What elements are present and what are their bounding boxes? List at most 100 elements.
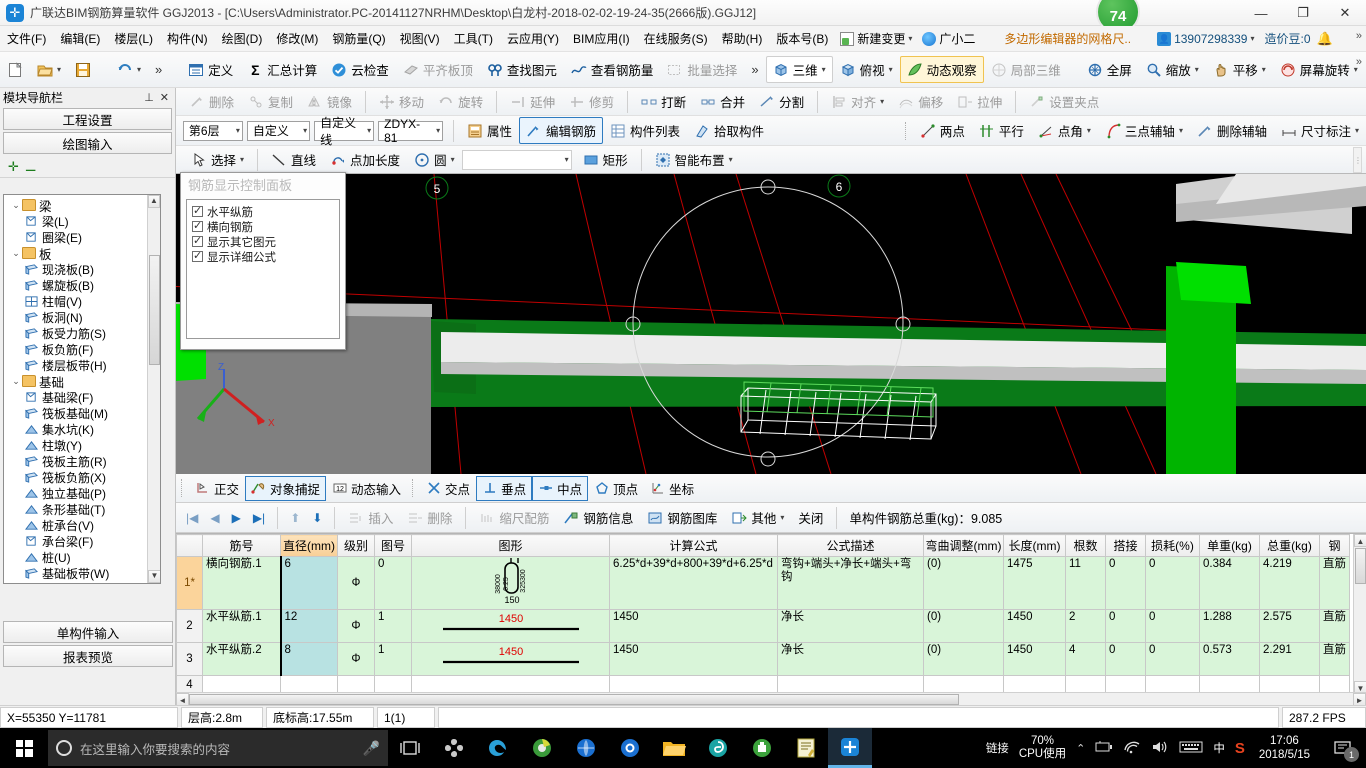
define-button[interactable]: 定义 — [181, 56, 240, 83]
scroll-down-icon[interactable]: ▼ — [148, 570, 161, 583]
chevron-down-icon-undo[interactable]: ▾ — [137, 65, 141, 74]
insert-row-button[interactable]: 插入 — [341, 504, 400, 531]
rebar-library-button[interactable]: 钢筋图库 — [640, 504, 724, 531]
snap-intersection-button[interactable]: 交点 — [420, 476, 476, 501]
cell-name[interactable]: 水平纵筋.1 — [203, 610, 281, 643]
checkbox-horizontal-longitudinal[interactable]: 水平纵筋 — [192, 204, 334, 219]
dimension-button[interactable]: 尺寸标注 ▾ — [1274, 117, 1366, 144]
cell-totalw[interactable]: 2.291 — [1260, 643, 1320, 676]
new-change-button[interactable]: 新建变更 ▾ — [835, 28, 917, 49]
column-header-len[interactable]: 长度(mm) — [1004, 535, 1066, 557]
two-point-axis-button[interactable]: 两点 — [913, 117, 972, 144]
battery-icon[interactable] — [1095, 741, 1113, 756]
remove-node-icon[interactable]: ⚊ — [25, 159, 37, 175]
grid-vertical-scrollbar[interactable]: ▲ ▼ — [1353, 534, 1366, 694]
grid-scroll-left-icon[interactable]: ◄ — [176, 693, 189, 706]
delete-axis-button[interactable]: 删除辅轴 — [1190, 117, 1274, 144]
wifi-icon[interactable] — [1123, 740, 1141, 757]
taskbar-icon-file-explorer[interactable] — [652, 728, 696, 768]
table-row[interactable]: 3水平纵筋.28Φ114501450净长(0)14504000.5732.291… — [177, 643, 1350, 676]
snap-perpendicular-button[interactable]: 垂点 — [476, 476, 532, 501]
toolbar-overflow-mid[interactable]: » — [744, 58, 765, 81]
checkbox-show-detailed-formula[interactable]: 显示详细公式 — [192, 249, 334, 264]
chevron-down-icon-align[interactable]: ▾ — [880, 97, 884, 106]
taskbar-icon-browser-2[interactable] — [608, 728, 652, 768]
column-header-lap[interactable]: 搭接 — [1106, 535, 1146, 557]
taskbar-icon-app-1[interactable] — [432, 728, 476, 768]
close-button[interactable]: ✕ — [1324, 0, 1366, 26]
viewport-canvas[interactable]: 5 6 Z X — [176, 174, 1366, 474]
scroll-up-icon[interactable]: ▲ — [148, 195, 160, 208]
extend-button[interactable]: 延伸 — [503, 88, 562, 115]
save-button[interactable] — [68, 58, 98, 82]
find-element-button[interactable]: 查找图元 — [480, 56, 564, 83]
tree-scroll-thumb[interactable] — [149, 255, 160, 365]
chevron-down-icon-dimension[interactable]: ▾ — [1355, 126, 1359, 135]
menu-component[interactable]: 构件(N) — [160, 27, 215, 50]
chevron-down-icon-point-angle[interactable]: ▾ — [1087, 126, 1091, 135]
grid-scroll-thumb[interactable] — [1355, 548, 1366, 584]
tree-item[interactable]: 现浇板(B) — [4, 261, 148, 277]
pin-icon[interactable]: ⊥ — [141, 91, 157, 104]
menu-bim[interactable]: BIM应用(I) — [566, 27, 637, 50]
move-button[interactable]: 移动 — [372, 88, 431, 115]
column-header-desc[interactable]: 公式描述 — [778, 535, 924, 557]
view-rebar-qty-button[interactable]: 查看钢筋量 — [564, 56, 661, 83]
attribute-button[interactable]: 属性 — [460, 117, 519, 144]
column-header-bend[interactable]: 弯曲调整(mm) — [924, 535, 1004, 557]
cell-lap[interactable]: 0 — [1106, 610, 1146, 643]
tree-item[interactable]: 柱墩(Y) — [4, 437, 148, 453]
taskbar-icon-app-2[interactable] — [520, 728, 564, 768]
chevron-down-icon-pan[interactable]: ▾ — [1262, 65, 1266, 74]
chevron-down-icon-other[interactable]: ▾ — [780, 513, 784, 522]
cell-loss[interactable]: 0 — [1146, 610, 1200, 643]
menu-help[interactable]: 帮助(H) — [715, 27, 770, 50]
column-header-totalw[interactable]: 总重(kg) — [1260, 535, 1320, 557]
chevron-down-icon[interactable]: ⌄ — [10, 376, 22, 387]
new-file-button[interactable] — [0, 58, 30, 82]
cell-bend[interactable]: (0) — [924, 557, 1004, 610]
sidebar-item-report-preview[interactable]: 报表预览 — [3, 645, 173, 667]
cell-cat[interactable]: 直筋 — [1320, 557, 1350, 610]
grid-horizontal-scrollbar[interactable]: ◄ ► — [176, 692, 1366, 705]
column-header-unitw[interactable]: 单重(kg) — [1200, 535, 1260, 557]
cloud-check-button[interactable]: 云检查 — [324, 56, 396, 83]
checkbox-icon-2[interactable] — [192, 221, 203, 232]
toolbar-overflow-left[interactable]: » — [148, 58, 169, 81]
floor-select[interactable]: 第6层 ▾ — [183, 121, 243, 141]
grid-scroll-right-icon[interactable]: ► — [1353, 693, 1366, 706]
stretch-button[interactable]: 拉伸 — [950, 88, 1009, 115]
tree-item[interactable]: 梁(L) — [4, 213, 148, 229]
start-button[interactable] — [0, 728, 48, 768]
point-length-tool-button[interactable]: 点加长度 — [323, 146, 407, 173]
cell-desc[interactable]: 净长 — [778, 610, 924, 643]
menubar-overflow-icon[interactable]: » — [1356, 30, 1362, 42]
category-select[interactable]: 自定义 ▾ — [247, 121, 310, 141]
cell-lap[interactable]: 0 — [1106, 557, 1146, 610]
summary-calc-button[interactable]: Σ 汇总计算 — [240, 56, 324, 83]
menu-modify[interactable]: 修改(M) — [269, 27, 325, 50]
cell-unitw[interactable]: 0.573 — [1200, 643, 1260, 676]
scale-rebar-button[interactable]: 缩尺配筋 — [472, 504, 556, 531]
grid-hscroll-thumb[interactable] — [189, 694, 959, 705]
chevron-down-icon-category[interactable]: ▾ — [303, 126, 307, 135]
tree-item[interactable]: 楼层板带(H) — [4, 357, 148, 373]
dynamic-observe-button[interactable]: 动态观察 — [900, 56, 984, 83]
tree-item[interactable]: 条形基础(T) — [4, 501, 148, 517]
parallel-axis-button[interactable]: 平行 — [972, 117, 1031, 144]
delete-button[interactable]: 删除 — [182, 88, 241, 115]
cell-dia[interactable]: 8 — [281, 643, 338, 676]
cell-unitw[interactable]: 0.384 — [1200, 557, 1260, 610]
cell-shape[interactable]: 380006.25325300150 — [412, 557, 610, 610]
model-viewport-3d[interactable]: 5 6 Z X — [176, 174, 1366, 474]
line-tool-button[interactable]: 直线 — [264, 146, 323, 173]
taskbar-icon-note[interactable] — [784, 728, 828, 768]
cell-bend[interactable]: (0) — [924, 643, 1004, 676]
cell-shape[interactable]: 1450 — [412, 643, 610, 676]
chevron-down-icon-three-point[interactable]: ▾ — [1179, 126, 1183, 135]
tree-item[interactable]: 螺旋板(B) — [4, 277, 148, 293]
close-icon[interactable]: ✕ — [157, 91, 172, 104]
cell-grade[interactable]: Φ — [338, 610, 375, 643]
maximize-button[interactable]: ❐ — [1282, 0, 1324, 26]
draw-style-select[interactable]: ▾ — [462, 150, 572, 170]
